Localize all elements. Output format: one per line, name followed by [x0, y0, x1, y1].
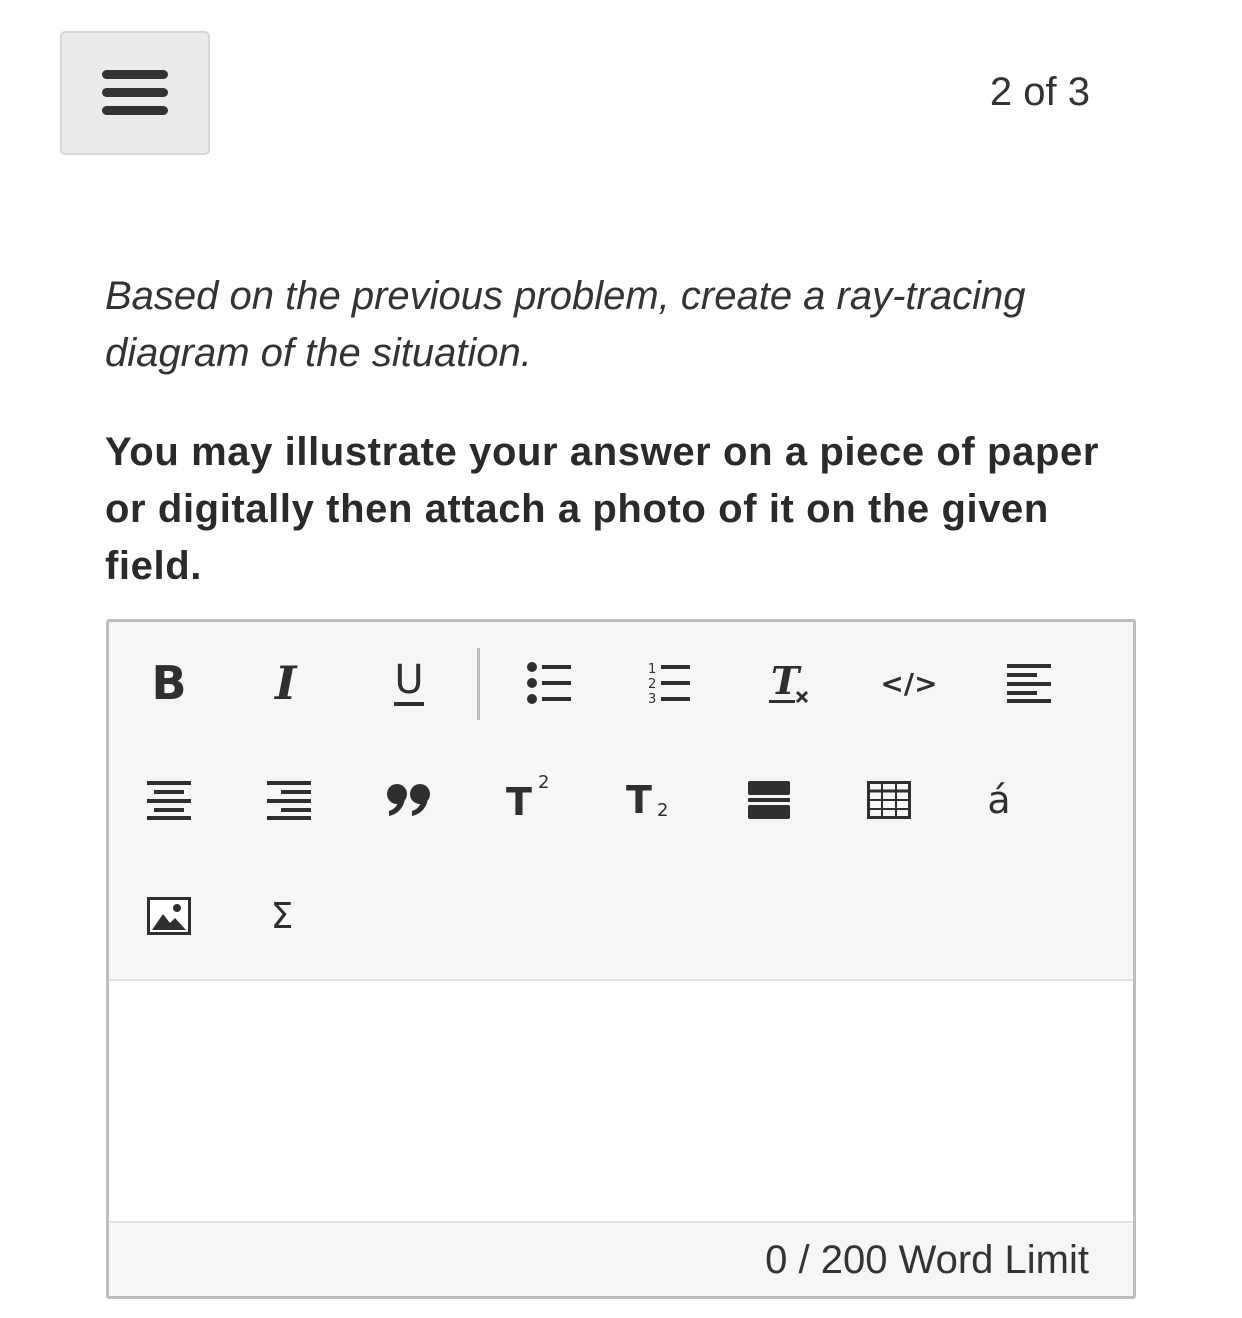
word-count-value: 0: [765, 1238, 788, 1282]
svg-text:T: T: [771, 660, 802, 703]
svg-text:1: 1: [648, 662, 656, 677]
align-left-icon: [1007, 664, 1051, 703]
underline-icon: U: [394, 660, 424, 706]
svg-text:3: 3: [648, 692, 656, 705]
word-limit-label: / 200 Word Limit: [787, 1238, 1090, 1282]
superscript-button[interactable]: T 2: [489, 760, 569, 840]
word-count: 0 / 200 Word Limit: [765, 1237, 1089, 1283]
italic-icon: I: [275, 656, 297, 710]
numbered-list-icon: 1 2 3: [648, 662, 690, 705]
bulleted-list-icon: [527, 662, 571, 704]
table-icon: [867, 781, 911, 819]
special-character-icon: á: [987, 778, 1011, 822]
image-icon: [147, 897, 191, 935]
editor-toolbar: B I U 1 2 3 T </> T 2 T 2 á Σ: [109, 622, 1133, 981]
align-left-button[interactable]: [989, 643, 1069, 723]
bulleted-list-button[interactable]: [509, 643, 589, 723]
italic-button[interactable]: I: [249, 643, 329, 723]
sigma-icon: Σ: [270, 895, 294, 937]
horizontal-rule-button[interactable]: [729, 760, 809, 840]
code-button[interactable]: </>: [869, 643, 949, 723]
align-right-button[interactable]: [249, 760, 329, 840]
hamburger-menu-icon: [102, 70, 168, 115]
menu-button[interactable]: [60, 31, 210, 155]
bold-button[interactable]: B: [129, 643, 209, 723]
horizontal-rule-icon: [748, 781, 790, 819]
insert-image-button[interactable]: [129, 876, 209, 956]
align-right-icon: [267, 781, 311, 820]
quote-icon: [387, 784, 430, 816]
subscript-button[interactable]: T 2: [609, 760, 689, 840]
question-prompt: Based on the previous problem, create a …: [105, 274, 1026, 375]
table-button[interactable]: [849, 760, 929, 840]
toolbar-separator: [477, 648, 480, 720]
subscript-icon: T 2: [626, 778, 669, 822]
editor-footer: 0 / 200 Word Limit: [109, 1221, 1133, 1296]
align-center-icon: [147, 781, 191, 820]
clear-formatting-icon: T: [769, 660, 809, 704]
blockquote-button[interactable]: [369, 760, 449, 840]
editor-content-area[interactable]: [109, 981, 1133, 1221]
rich-text-editor: B I U 1 2 3 T </> T 2 T 2 á Σ 0 / 200 Wo…: [106, 619, 1136, 1299]
align-center-button[interactable]: [129, 760, 209, 840]
clear-formatting-button[interactable]: T: [749, 643, 829, 723]
underline-button[interactable]: U: [369, 643, 449, 723]
code-icon: </>: [880, 666, 938, 700]
numbered-list-button[interactable]: 1 2 3: [629, 643, 709, 723]
svg-text:2: 2: [648, 677, 656, 692]
math-equation-button[interactable]: Σ: [242, 876, 322, 956]
superscript-icon: T 2: [506, 772, 550, 824]
bold-icon: B: [151, 656, 187, 710]
special-characters-button[interactable]: á: [959, 760, 1039, 840]
page-counter: 2 of 3: [989, 70, 1090, 114]
question-instruction: You may illustrate your answer on a piec…: [105, 430, 1099, 588]
